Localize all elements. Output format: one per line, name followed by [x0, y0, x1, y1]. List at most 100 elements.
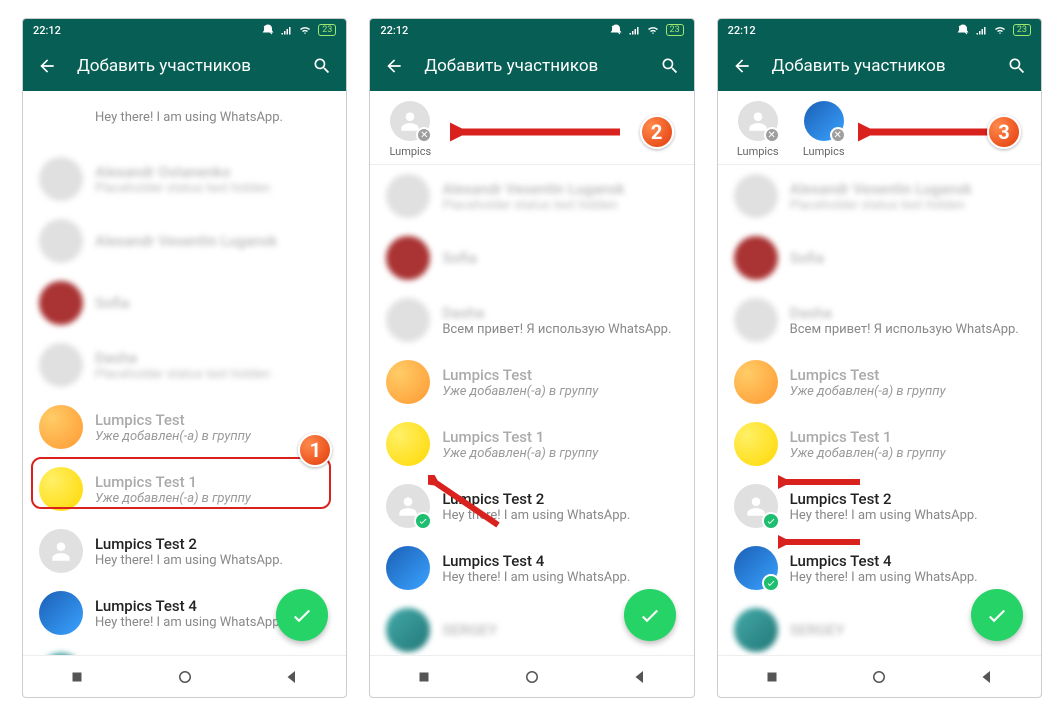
nav-home-icon[interactable]: [176, 668, 194, 686]
annotation-arrow: [778, 527, 868, 557]
contact-status: Hey there! I am using WhatsApp.: [442, 570, 677, 585]
list-item[interactable]: Sofia: [718, 227, 1041, 289]
chip-label: Lumpics: [737, 145, 779, 158]
selected-chip[interactable]: ✕ Lumpics: [386, 101, 434, 158]
chip-label: Lumpics: [803, 145, 845, 158]
search-icon: [1007, 56, 1027, 76]
remove-chip-button[interactable]: ✕: [416, 127, 432, 143]
contact-name: Lumpics Test 1: [442, 428, 677, 446]
search-button[interactable]: [660, 56, 680, 76]
avatar: [386, 236, 430, 280]
mute-icon: [610, 24, 622, 36]
avatar: [39, 591, 83, 635]
list-item[interactable]: Lumpics TestУже добавлен(-а) в группу: [718, 351, 1041, 413]
signal-icon: [280, 24, 292, 36]
avatar: [39, 343, 83, 387]
list-item-selected[interactable]: Lumpics Test 2Hey there! I am using What…: [718, 475, 1041, 537]
nav-bar: [370, 655, 693, 697]
list-item[interactable]: DashaВсем привет! Я использую WhatsApp.: [370, 289, 693, 351]
list-item[interactable]: Lumpics TestУже добавлен(-а) в группу: [370, 351, 693, 413]
chip-label: Lumpics: [389, 145, 431, 158]
avatar: [734, 422, 778, 466]
list-item-selected[interactable]: Lumpics Test 2Hey there! I am using What…: [370, 475, 693, 537]
list-item[interactable]: Alexandr Vesentin LuganskPlaceholder sta…: [718, 165, 1041, 227]
annotation-arrow: [858, 117, 998, 147]
list-item[interactable]: Alexandr Vesentin Lugansk: [23, 210, 346, 272]
confirm-fab[interactable]: [276, 589, 328, 641]
contact-list[interactable]: Alexandr Vesentin LuganskPlaceholder sta…: [370, 165, 693, 655]
page-title: Добавить участников: [77, 56, 292, 76]
selected-chip[interactable]: ✕ Lumpics: [800, 101, 848, 158]
annotation-badge-3: 3: [987, 115, 1021, 149]
avatar: [386, 298, 430, 342]
list-item[interactable]: SERGEY: [23, 644, 346, 655]
nav-back-icon[interactable]: [978, 668, 996, 686]
nav-bar: [718, 655, 1041, 697]
contact-list[interactable]: Hey there! I am using WhatsApp. Alexandr…: [23, 91, 346, 655]
list-item[interactable]: Lumpics Test 1Уже добавлен(-а) в группу: [370, 413, 693, 475]
list-item[interactable]: Sofia: [23, 272, 346, 334]
back-button[interactable]: [384, 56, 404, 76]
back-button[interactable]: [37, 56, 57, 76]
list-item[interactable]: Alexandr Vesentin LuganskPlaceholder sta…: [370, 165, 693, 227]
page-title: Добавить участников: [772, 56, 987, 76]
wifi-icon: [993, 24, 1007, 36]
nav-recent-icon[interactable]: [415, 668, 433, 686]
avatar: [39, 405, 83, 449]
list-item[interactable]: Lumpics Test 1Уже добавлен(-а) в группу: [23, 458, 346, 520]
list-item[interactable]: DashaPlaceholder status text hidden: [23, 334, 346, 396]
phone-screen-3: 22:12 23 Добавить участников ✕ Lumpics: [717, 18, 1042, 698]
phone-screen-1: 22:12 23 Добавить участников Hey there! …: [22, 18, 347, 698]
signal-icon: [975, 24, 987, 36]
avatar: [734, 484, 778, 528]
contact-name: Lumpics Test 1: [95, 473, 330, 491]
list-item[interactable]: Lumpics Test 1Уже добавлен(-а) в группу: [718, 413, 1041, 475]
contact-status: Уже добавлен(-а) в группу: [442, 446, 677, 461]
confirm-fab[interactable]: [971, 589, 1023, 641]
nav-recent-icon[interactable]: [763, 668, 781, 686]
contact-status: Уже добавлен(-а) в группу: [95, 491, 330, 506]
avatar: [386, 546, 430, 590]
list-item[interactable]: Alexandr OstanenkoPlaceholder status tex…: [23, 148, 346, 210]
avatar: [39, 529, 83, 573]
list-item-highlighted[interactable]: Lumpics Test 2Hey there! I am using What…: [23, 520, 346, 582]
signal-icon: [628, 24, 640, 36]
list-item[interactable]: DashaВсем привет! Я использую WhatsApp.: [718, 289, 1041, 351]
list-item[interactable]: Sofia: [370, 227, 693, 289]
person-icon: [48, 538, 74, 564]
annotation-arrow: [428, 475, 508, 535]
nav-home-icon[interactable]: [523, 668, 541, 686]
wifi-icon: [646, 24, 660, 36]
nav-back-icon[interactable]: [631, 668, 649, 686]
contact-status: Всем привет! Я использую WhatsApp.: [790, 322, 1025, 337]
contact-list[interactable]: Alexandr Vesentin LuganskPlaceholder sta…: [718, 165, 1041, 655]
contact-name: Lumpics Test: [790, 366, 1025, 384]
nav-recent-icon[interactable]: [68, 668, 86, 686]
contact-status: Уже добавлен(-а) в группу: [790, 384, 1025, 399]
remove-chip-button[interactable]: ✕: [830, 127, 846, 143]
avatar: [39, 653, 83, 655]
status-icons: 23: [957, 24, 1031, 36]
search-button[interactable]: [1007, 56, 1027, 76]
selected-chip[interactable]: ✕ Lumpics: [734, 101, 782, 158]
remove-chip-button[interactable]: ✕: [764, 127, 780, 143]
list-item[interactable]: Hey there! I am using WhatsApp.: [23, 91, 346, 148]
back-button[interactable]: [732, 56, 752, 76]
avatar: [386, 608, 430, 652]
wifi-icon: [298, 24, 312, 36]
phone-screen-2: 22:12 23 Добавить участников ✕ Lumpics: [369, 18, 694, 698]
avatar: [734, 298, 778, 342]
mute-icon: [262, 24, 274, 36]
confirm-fab[interactable]: [624, 589, 676, 641]
avatar: [39, 467, 83, 511]
app-bar: Добавить участников: [718, 41, 1041, 91]
nav-back-icon[interactable]: [283, 668, 301, 686]
status-bar: 22:12 23: [370, 19, 693, 41]
contact-name: Lumpics Test 2: [95, 535, 330, 553]
search-button[interactable]: [312, 56, 332, 76]
battery-indicator: 23: [666, 24, 684, 36]
contact-name: Lumpics Test: [442, 366, 677, 384]
avatar: [39, 157, 83, 201]
app-bar: Добавить участников: [23, 41, 346, 91]
nav-home-icon[interactable]: [870, 668, 888, 686]
